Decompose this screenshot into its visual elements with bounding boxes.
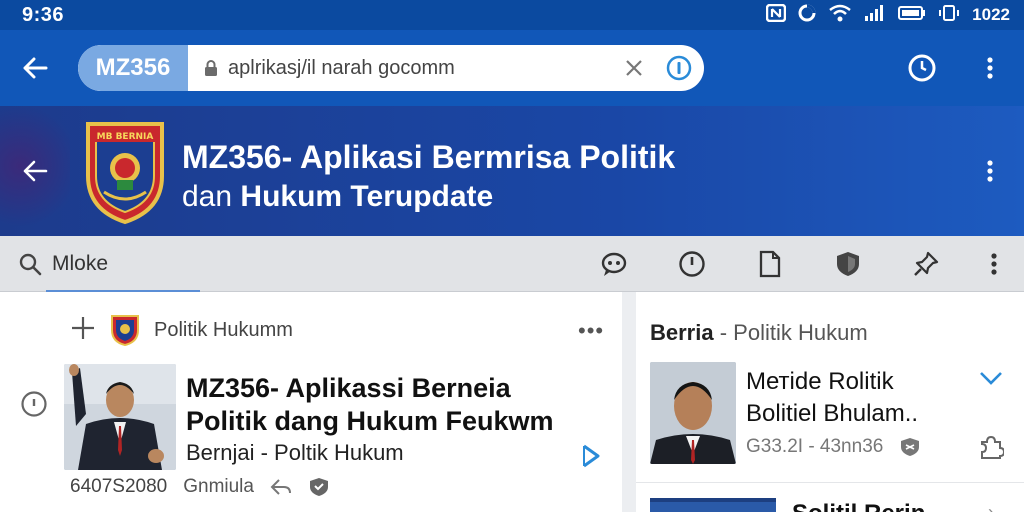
shield-icon [837, 252, 859, 276]
wifi-icon [828, 4, 852, 27]
chat-icon [601, 252, 627, 276]
clear-button[interactable] [614, 58, 654, 78]
vibrate-icon [938, 4, 960, 27]
side-item-date: G33.2I - 43nn36 [746, 436, 884, 457]
article-date: 6407S2080 [70, 476, 168, 497]
more-vert-icon [987, 160, 993, 182]
shield-button[interactable] [828, 244, 868, 284]
side-item2-title[interactable]: Solitil Rerin [792, 500, 925, 512]
subtitle-prefix: dan [182, 180, 233, 213]
info-icon [666, 55, 692, 81]
clock-icon [679, 251, 705, 277]
status-bar: 9:36 1022 [0, 0, 1024, 30]
status-right-text: 1022 [972, 5, 1010, 24]
article-meta: 6407S2080 Gnmiula [70, 476, 330, 498]
chevron-down-icon[interactable] [978, 368, 1004, 393]
side-panel: Berria - Politik Hukum Mетide Rolitik Bo… [636, 292, 1024, 512]
status-time: 9:36 [22, 3, 65, 26]
browser-menu-button[interactable] [962, 30, 1018, 106]
document-icon [759, 250, 781, 278]
timer-icon[interactable] [20, 390, 48, 423]
badge-icon[interactable] [899, 436, 921, 458]
search-input[interactable]: Mloke [52, 252, 108, 276]
svg-text:MB BERNIA: MB BERNIA [97, 132, 154, 142]
side-separator [636, 482, 1024, 483]
back-arrow-icon [23, 57, 48, 79]
side-item-title-line1[interactable]: Mетide Rolitik [746, 366, 918, 398]
side-item-title-line2[interactable]: Bolitiel Bhulam.. [746, 398, 918, 430]
page-subtitle: dan Hukum Terupdate [182, 178, 493, 216]
site-info-button[interactable] [654, 55, 704, 81]
share-icon [583, 444, 600, 468]
add-icon[interactable] [70, 315, 96, 346]
url-text[interactable]: aplrikasj/il narah gocomm [228, 57, 614, 80]
search-field[interactable]: Mloke [18, 244, 108, 284]
toolbar-menu-button[interactable] [974, 244, 1014, 284]
article-category: Bernjai - Poltik Hukum [186, 440, 404, 465]
data-saver-icon [798, 4, 816, 27]
side-item-title[interactable]: Mетide Rolitik Bolitiel Bhulam.. [746, 366, 918, 430]
battery-icon [898, 5, 926, 26]
more-vert-icon [987, 57, 993, 79]
article-thumbnail[interactable] [64, 364, 176, 470]
badge-icon[interactable] [308, 476, 330, 498]
side-heading-bold: Berria [650, 320, 714, 345]
category-label[interactable]: Politik Hukumm [154, 319, 293, 342]
side-item-thumbnail[interactable] [650, 362, 736, 464]
clock-button[interactable] [672, 244, 712, 284]
side-heading-rest: - Politik Hukum [719, 320, 868, 345]
more-horiz-icon[interactable]: ••• [578, 318, 604, 344]
address-bar[interactable]: MZ356 aplrikasj/il narah gocomm [78, 45, 704, 91]
search-toolbar: Mloke [0, 236, 1024, 292]
page-title: MZ356- Aplikasi Bermrisa Politik [182, 139, 676, 175]
more-vert-icon [991, 253, 997, 275]
side-item-meta: G33.2I - 43nn36 [746, 436, 921, 458]
chat-button[interactable] [594, 244, 634, 284]
pin-icon [914, 251, 939, 276]
reply-icon[interactable] [270, 477, 292, 497]
side-item2-thumbnail[interactable] [650, 498, 776, 512]
signal-icon [864, 4, 886, 27]
back-button[interactable] [0, 30, 70, 106]
document-button[interactable] [750, 244, 790, 284]
nfc-icon [765, 3, 787, 27]
article-title-line1[interactable]: MZ356- Aplikassi Berneia [186, 372, 554, 405]
category-row: Politik Hukumm [70, 314, 293, 346]
crest-small-icon [111, 315, 139, 346]
column-divider [622, 292, 636, 512]
app-back-button[interactable] [0, 106, 70, 236]
article-source: Gnmiula [183, 476, 254, 497]
article-title[interactable]: MZ356- Aplikassi Berneia Politik dang Hu… [186, 372, 554, 438]
timer-button[interactable] [894, 30, 950, 106]
puzzle-icon[interactable] [978, 434, 1006, 465]
site-chip[interactable]: MZ356 [78, 45, 188, 91]
subtitle-bold: Hukum Terupdate [240, 180, 494, 213]
timer-icon [908, 54, 936, 82]
crest-logo: MB BERNIA [86, 122, 164, 225]
side-panel-heading: Berria - Politik Hukum [650, 320, 868, 346]
share-button[interactable] [578, 442, 604, 475]
browser-toolbar: MZ356 aplrikasj/il narah gocomm [0, 30, 1024, 106]
clear-icon [626, 60, 642, 76]
chevron-right-icon[interactable]: › [988, 502, 994, 512]
app-header: MB BERNIA MZ356- Aplikasi Bermrisa Polit… [0, 106, 1024, 236]
header-menu-button[interactable] [970, 151, 1010, 191]
main-feed: Politik Hukumm ••• MZ356- Aplikassi Bern… [0, 292, 622, 512]
search-icon [19, 253, 42, 276]
back-arrow-icon [23, 160, 48, 182]
status-icons: 1022 [765, 3, 1010, 27]
lock-icon [204, 59, 218, 77]
article-title-line2[interactable]: Politik dang Hukum Feukwm [186, 405, 554, 438]
pin-button[interactable] [906, 244, 946, 284]
